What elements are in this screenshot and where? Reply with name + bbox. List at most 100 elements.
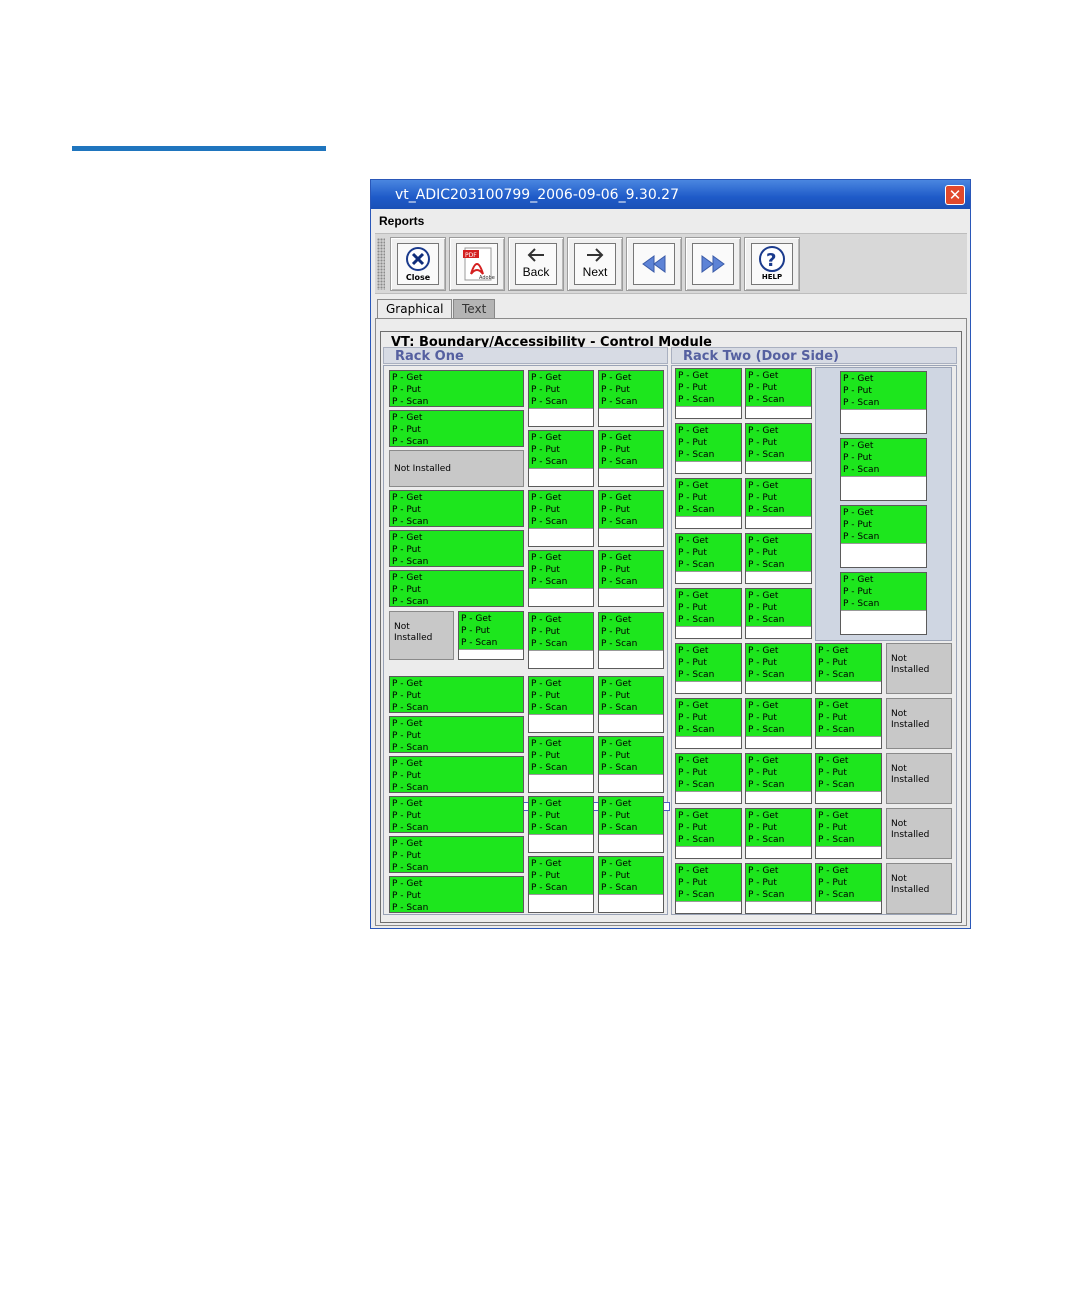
- storage-slot[interactable]: P - Get P - Put P - Scan: [675, 698, 742, 749]
- storage-slot[interactable]: P - Get P - Put P - Scan: [598, 612, 664, 669]
- first-page-button[interactable]: [626, 237, 682, 291]
- storage-slot[interactable]: P - Get P - Put P - Scan: [389, 490, 524, 527]
- toolbar-grip[interactable]: [377, 238, 385, 290]
- storage-slot[interactable]: P - Get P - Put P - Scan: [675, 423, 742, 474]
- pdf-icon: PDF Adobe: [456, 243, 498, 285]
- menu-reports[interactable]: Reports: [379, 214, 424, 228]
- slot-line: P - Scan: [678, 835, 715, 845]
- storage-slot[interactable]: P - Get P - Put P - Scan: [815, 808, 882, 859]
- storage-slot[interactable]: P - Get P - Put P - Scan: [389, 756, 524, 793]
- storage-slot[interactable]: P - Get P - Put P - Scan: [840, 572, 927, 635]
- storage-slot[interactable]: P - Get P - Put P - Scan: [840, 438, 927, 501]
- storage-slot[interactable]: P - Get P - Put P - Scan: [598, 550, 664, 607]
- slot-line: P - Get: [678, 756, 709, 766]
- not-installed-slot[interactable]: Not Installed: [886, 753, 952, 804]
- storage-slot[interactable]: P - Get P - Put P - Scan: [598, 796, 664, 853]
- slot-line: Installed: [891, 885, 930, 895]
- storage-slot[interactable]: P - Get P - Put P - Scan: [598, 490, 664, 547]
- tab-text[interactable]: Text: [453, 299, 496, 318]
- storage-slot[interactable]: P - Get P - Put P - Scan: [745, 423, 812, 474]
- storage-slot[interactable]: P - Get P - Put P - Scan: [598, 676, 664, 733]
- slot-line: P - Get: [843, 441, 874, 451]
- storage-slot[interactable]: P - Get P - Put P - Scan: [745, 588, 812, 639]
- close-button[interactable]: Close: [390, 237, 446, 291]
- storage-slot[interactable]: P - Get P - Put P - Scan: [745, 808, 812, 859]
- storage-slot[interactable]: P - Get P - Put P - Scan: [745, 863, 812, 914]
- storage-slot[interactable]: P - Get P - Put P - Scan: [528, 736, 594, 793]
- slot-line: P - Get: [531, 615, 562, 625]
- slot-line: P - Get: [678, 371, 709, 381]
- storage-slot[interactable]: P - Get P - Put P - Scan: [815, 643, 882, 694]
- not-installed-slot[interactable]: Not Installed: [886, 643, 952, 694]
- storage-slot[interactable]: P - Get P - Put P - Scan: [598, 430, 664, 487]
- storage-slot[interactable]: P - Get P - Put P - Scan: [389, 370, 524, 407]
- pdf-button[interactable]: PDF Adobe: [449, 237, 505, 291]
- storage-slot[interactable]: P - Get P - Put P - Scan: [389, 530, 524, 567]
- not-installed-slot[interactable]: Not Installed: [389, 450, 524, 487]
- storage-slot[interactable]: P - Get P - Put P - Scan: [840, 505, 927, 568]
- storage-slot[interactable]: P - Get P - Put P - Scan: [389, 676, 524, 713]
- storage-slot[interactable]: P - Get P - Put P - Scan: [389, 570, 524, 607]
- storage-slot[interactable]: P - Get P - Put P - Scan: [528, 370, 594, 427]
- storage-slot[interactable]: P - Get P - Put P - Scan: [389, 410, 524, 447]
- not-installed-slot[interactable]: Not Installed: [389, 611, 454, 660]
- storage-slot[interactable]: P - Get P - Put P - Scan: [675, 368, 742, 419]
- slot-line: P - Put: [818, 713, 847, 723]
- storage-slot[interactable]: P - Get P - Put P - Scan: [675, 643, 742, 694]
- storage-slot[interactable]: P - Get P - Put P - Scan: [745, 368, 812, 419]
- storage-slot[interactable]: P - Get P - Put P - Scan: [840, 371, 927, 434]
- storage-slot[interactable]: P - Get P - Put P - Scan: [745, 533, 812, 584]
- window-close-icon[interactable]: ✕: [945, 185, 965, 205]
- slot-line: Not: [394, 622, 410, 632]
- not-installed-slot[interactable]: Not Installed: [886, 698, 952, 749]
- storage-slot[interactable]: P - Get P - Put P - Scan: [598, 370, 664, 427]
- next-label: Next: [582, 265, 608, 279]
- storage-slot[interactable]: P - Get P - Put P - Scan: [528, 612, 594, 669]
- back-button[interactable]: Back: [508, 237, 564, 291]
- storage-slot[interactable]: P - Get P - Put P - Scan: [675, 588, 742, 639]
- storage-slot[interactable]: P - Get P - Put P - Scan: [815, 698, 882, 749]
- not-installed-slot[interactable]: Not Installed: [886, 808, 952, 859]
- storage-slot[interactable]: P - Get P - Put P - Scan: [598, 856, 664, 913]
- storage-slot[interactable]: P - Get P - Put P - Scan: [389, 836, 524, 873]
- next-button[interactable]: Next: [567, 237, 623, 291]
- close-label: Close: [405, 273, 431, 282]
- storage-slot[interactable]: P - Get P - Put P - Scan: [675, 808, 742, 859]
- slot-line: P - Put: [678, 713, 707, 723]
- storage-slot[interactable]: P - Get P - Put P - Scan: [528, 856, 594, 913]
- slot-line: P - Scan: [601, 703, 638, 713]
- help-button[interactable]: ? HELP: [744, 237, 800, 291]
- slot-line: P - Scan: [748, 835, 785, 845]
- slot-line: P - Put: [531, 691, 560, 701]
- slot-access-status: P - Get P - Put P - Scan: [746, 424, 811, 462]
- storage-slot[interactable]: P - Get P - Put P - Scan: [389, 716, 524, 753]
- storage-slot[interactable]: P - Get P - Put P - Scan: [528, 550, 594, 607]
- storage-slot[interactable]: P - Get P - Put P - Scan: [745, 753, 812, 804]
- window-title: vt_ADIC203100799_2006-09-06_9.30.27: [395, 187, 679, 203]
- storage-slot[interactable]: P - Get P - Put P - Scan: [815, 863, 882, 914]
- storage-slot[interactable]: P - Get P - Put P - Scan: [458, 611, 524, 660]
- storage-slot[interactable]: P - Get P - Put P - Scan: [389, 796, 524, 833]
- slot-line: P - Scan: [392, 743, 429, 753]
- storage-slot[interactable]: P - Get P - Put P - Scan: [675, 533, 742, 584]
- storage-slot[interactable]: P - Get P - Put P - Scan: [675, 478, 742, 529]
- storage-slot[interactable]: P - Get P - Put P - Scan: [745, 698, 812, 749]
- storage-slot[interactable]: P - Get P - Put P - Scan: [675, 863, 742, 914]
- storage-slot[interactable]: P - Get P - Put P - Scan: [528, 796, 594, 853]
- storage-slot[interactable]: P - Get P - Put P - Scan: [745, 643, 812, 694]
- storage-slot[interactable]: P - Get P - Put P - Scan: [528, 490, 594, 547]
- storage-slot[interactable]: P - Get P - Put P - Scan: [815, 753, 882, 804]
- storage-slot[interactable]: P - Get P - Put P - Scan: [389, 876, 524, 913]
- storage-slot[interactable]: P - Get P - Put P - Scan: [528, 676, 594, 733]
- slot-line: P - Put: [678, 603, 707, 613]
- storage-slot[interactable]: P - Get P - Put P - Scan: [528, 430, 594, 487]
- storage-slot[interactable]: P - Get P - Put P - Scan: [598, 736, 664, 793]
- tab-graphical[interactable]: Graphical: [377, 299, 453, 318]
- storage-slot[interactable]: P - Get P - Put P - Scan: [675, 753, 742, 804]
- slot-line: P - Scan: [531, 639, 568, 649]
- slot-line: P - Scan: [601, 883, 638, 893]
- storage-slot[interactable]: P - Get P - Put P - Scan: [745, 478, 812, 529]
- slot-access-status: P - Get P - Put P - Scan: [390, 677, 523, 712]
- last-page-button[interactable]: [685, 237, 741, 291]
- not-installed-slot[interactable]: Not Installed: [886, 863, 952, 914]
